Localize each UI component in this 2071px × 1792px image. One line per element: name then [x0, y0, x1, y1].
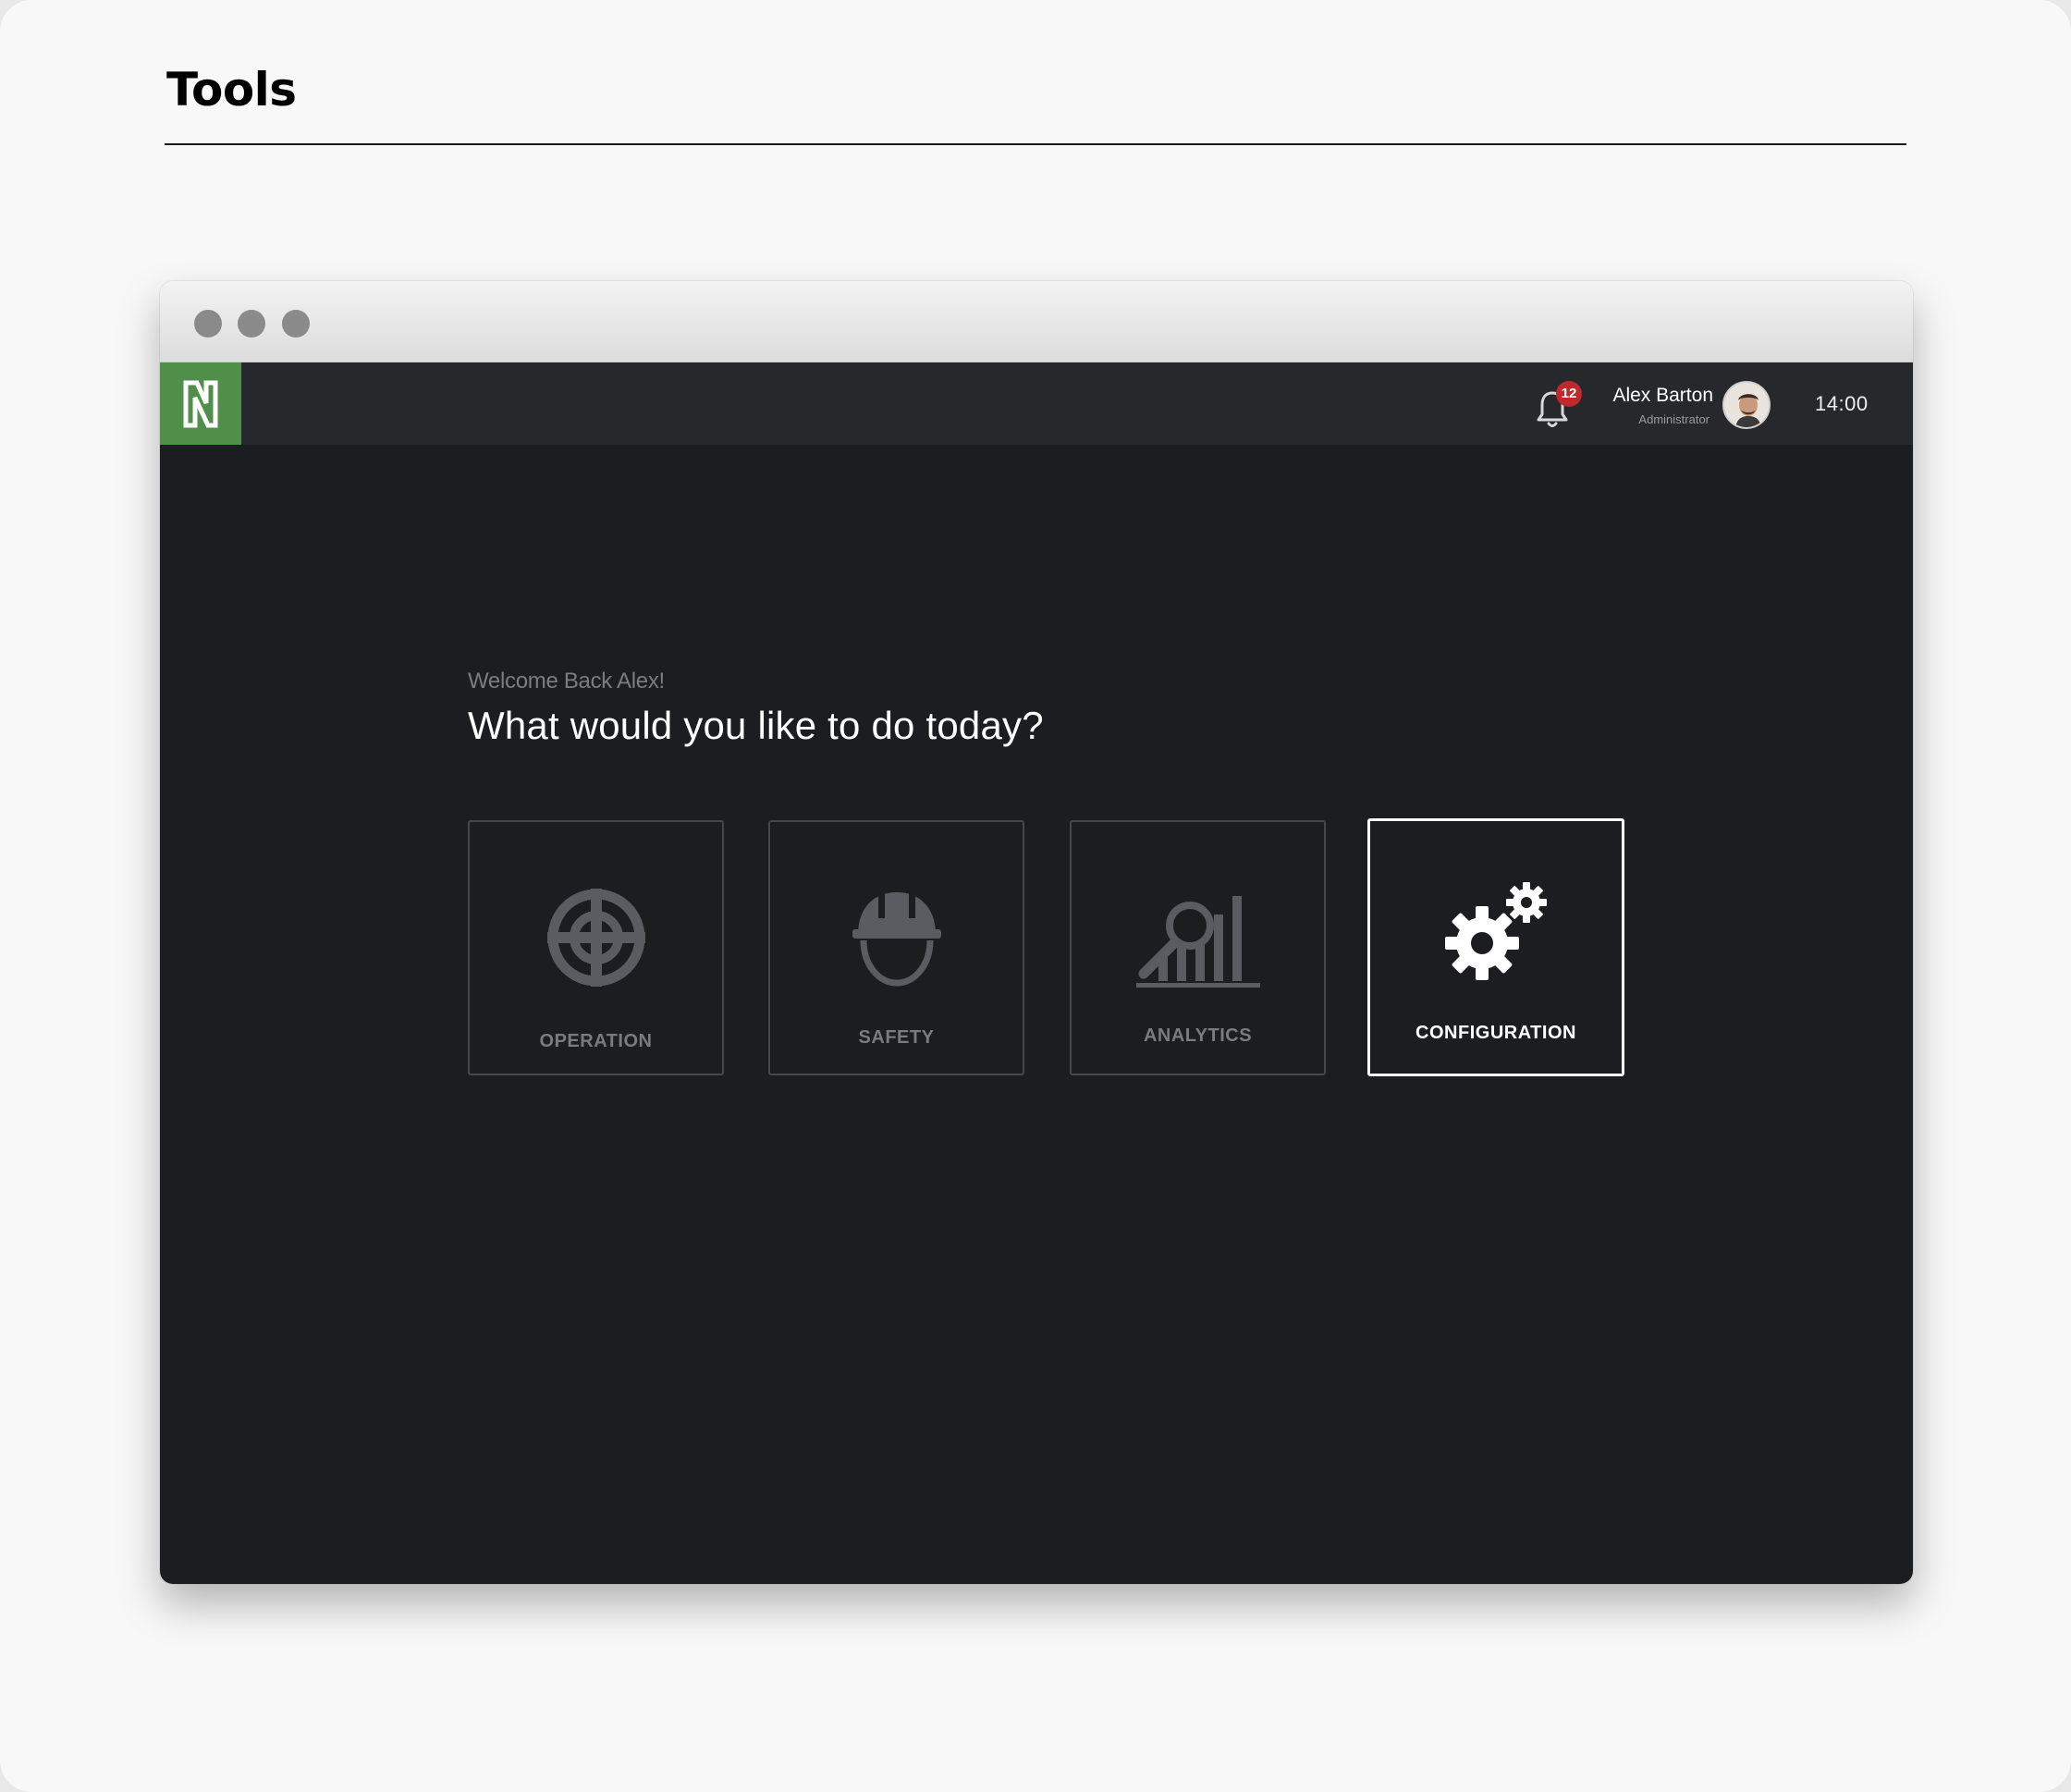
tile-configuration-label: CONFIGURATION: [1415, 1023, 1576, 1043]
analytics-icon: [1135, 896, 1260, 988]
page-title: Tools: [166, 63, 297, 117]
window-close-button[interactable]: [194, 310, 222, 338]
user-role: Administrator: [1638, 412, 1709, 426]
tile-operation[interactable]: OPERATION: [468, 820, 724, 1075]
app-logo[interactable]: [160, 362, 241, 445]
user-name[interactable]: Alex Barton: [1612, 385, 1713, 407]
tile-safety[interactable]: SAFETY: [768, 820, 1024, 1075]
tile-analytics[interactable]: ANALYTICS: [1070, 820, 1326, 1075]
app-content: 12 Alex Barton Administrator 14:00 Welco…: [160, 362, 1913, 1584]
page: Tools 12 Alex Barton Administrator 14:00…: [0, 0, 2071, 1792]
window-minimize-button[interactable]: [238, 310, 265, 338]
window-maximize-button[interactable]: [282, 310, 310, 338]
notification-badge[interactable]: 12: [1556, 381, 1582, 407]
avatar[interactable]: [1722, 381, 1771, 429]
tile-analytics-label: ANALYTICS: [1143, 1025, 1253, 1046]
prompt-heading: What would you like to do today?: [468, 704, 1044, 747]
top-bar: 12 Alex Barton Administrator 14:00: [160, 362, 1913, 445]
app-window: 12 Alex Barton Administrator 14:00 Welco…: [160, 281, 1913, 1584]
clock: 14:00: [1815, 392, 1869, 415]
logo-icon: [183, 380, 218, 427]
gears-icon: [1445, 882, 1547, 980]
welcome-text: Welcome Back Alex!: [468, 669, 665, 693]
crosshair-icon: [546, 889, 645, 987]
tile-operation-label: OPERATION: [539, 1031, 653, 1051]
title-divider: [165, 143, 1906, 145]
hard-hat-icon: [852, 892, 941, 987]
tile-configuration[interactable]: CONFIGURATION: [1367, 818, 1624, 1076]
avatar-portrait-icon: [1724, 383, 1769, 427]
window-titlebar: [160, 281, 1913, 362]
tile-safety-label: SAFETY: [858, 1027, 935, 1048]
